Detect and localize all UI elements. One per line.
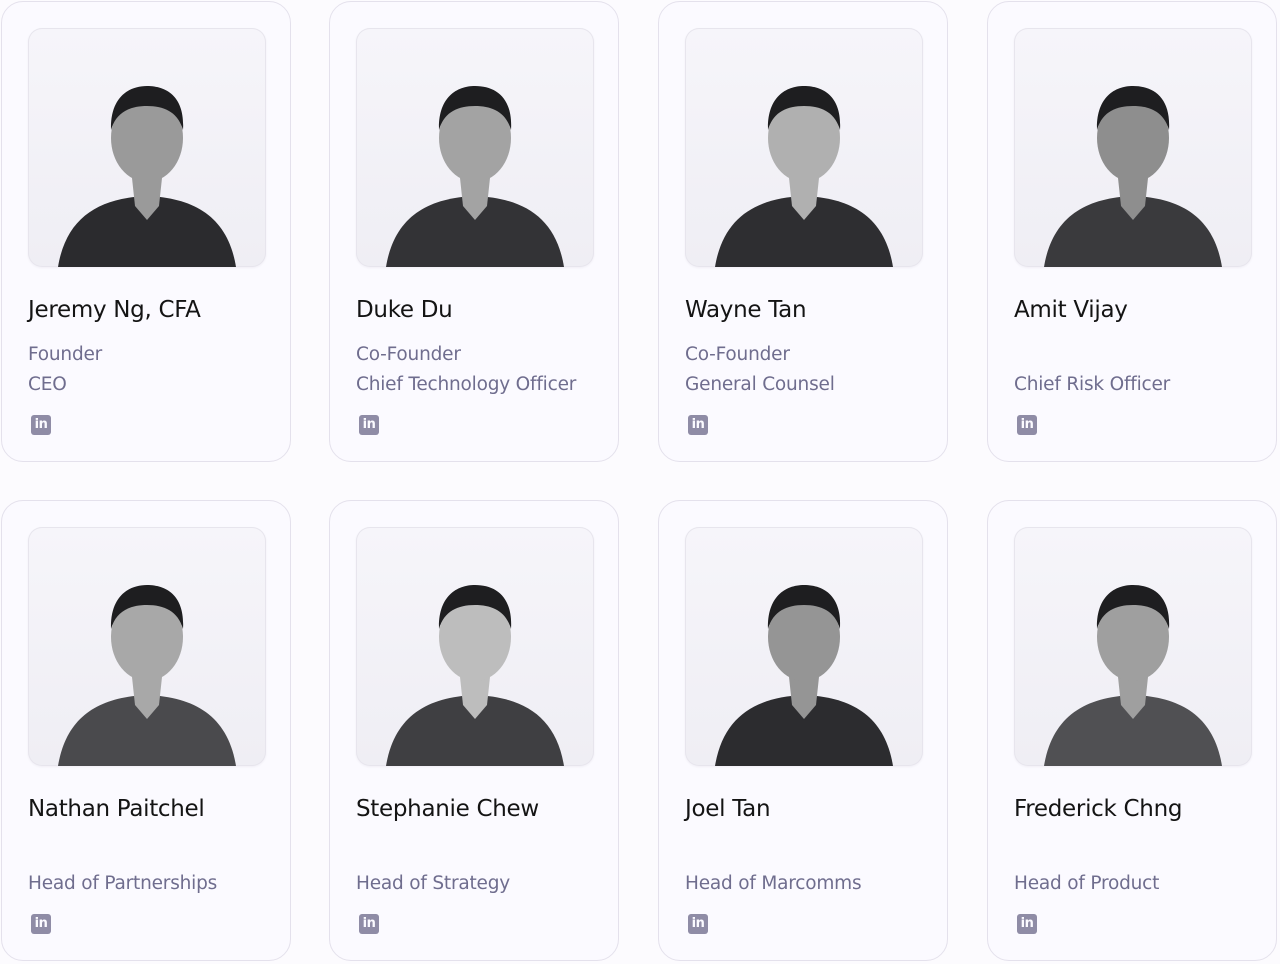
member-role-line1: Co-Founder (685, 344, 790, 365)
member-role-line2: Head of Marcomms (685, 873, 862, 894)
profile-photo (685, 527, 923, 766)
linkedin-icon[interactable]: in (359, 415, 379, 435)
team-card: Nathan Paitchel Head of Partnerships in (1, 500, 291, 961)
member-name: Nathan Paitchel (28, 796, 205, 822)
member-role-line2: Chief Risk Officer (1014, 374, 1171, 395)
team-grid: Jeremy Ng, CFA Founder CEO in Duke Du Co… (0, 0, 1280, 964)
profile-photo (28, 28, 266, 267)
linkedin-icon[interactable]: in (1017, 415, 1037, 435)
member-name: Duke Du (356, 297, 453, 323)
profile-photo (356, 28, 594, 267)
profile-photo (28, 527, 266, 766)
team-card: Duke Du Co-Founder Chief Technology Offi… (329, 1, 619, 462)
profile-photo (356, 527, 594, 766)
profile-photo (1014, 527, 1252, 766)
member-role-line2: Head of Partnerships (28, 873, 218, 894)
profile-photo (1014, 28, 1252, 267)
member-name: Frederick Chng (1014, 796, 1183, 822)
member-name: Stephanie Chew (356, 796, 539, 822)
member-name: Amit Vijay (1014, 297, 1128, 323)
member-role-line1: Co-Founder (356, 344, 461, 365)
member-role-line2: Head of Strategy (356, 873, 511, 894)
linkedin-icon[interactable]: in (359, 914, 379, 934)
member-role-line2: General Counsel (685, 374, 835, 395)
member-role-line2: Chief Technology Officer (356, 374, 577, 395)
team-card: Frederick Chng Head of Product in (987, 500, 1277, 961)
linkedin-icon[interactable]: in (31, 914, 51, 934)
profile-photo (685, 28, 923, 267)
team-card: Wayne Tan Co-Founder General Counsel in (658, 1, 948, 462)
linkedin-icon[interactable]: in (688, 415, 708, 435)
member-name: Jeremy Ng, CFA (28, 297, 201, 323)
member-role-line1: Founder (28, 344, 103, 365)
linkedin-icon[interactable]: in (688, 914, 708, 934)
linkedin-icon[interactable]: in (31, 415, 51, 435)
team-card: Joel Tan Head of Marcomms in (658, 500, 948, 961)
member-role-line2: Head of Product (1014, 873, 1160, 894)
team-card: Amit Vijay Chief Risk Officer in (987, 1, 1277, 462)
team-card: Jeremy Ng, CFA Founder CEO in (1, 1, 291, 462)
team-card: Stephanie Chew Head of Strategy in (329, 500, 619, 961)
linkedin-icon[interactable]: in (1017, 914, 1037, 934)
member-role-line2: CEO (28, 374, 67, 395)
member-name: Wayne Tan (685, 297, 807, 323)
member-name: Joel Tan (685, 796, 771, 822)
